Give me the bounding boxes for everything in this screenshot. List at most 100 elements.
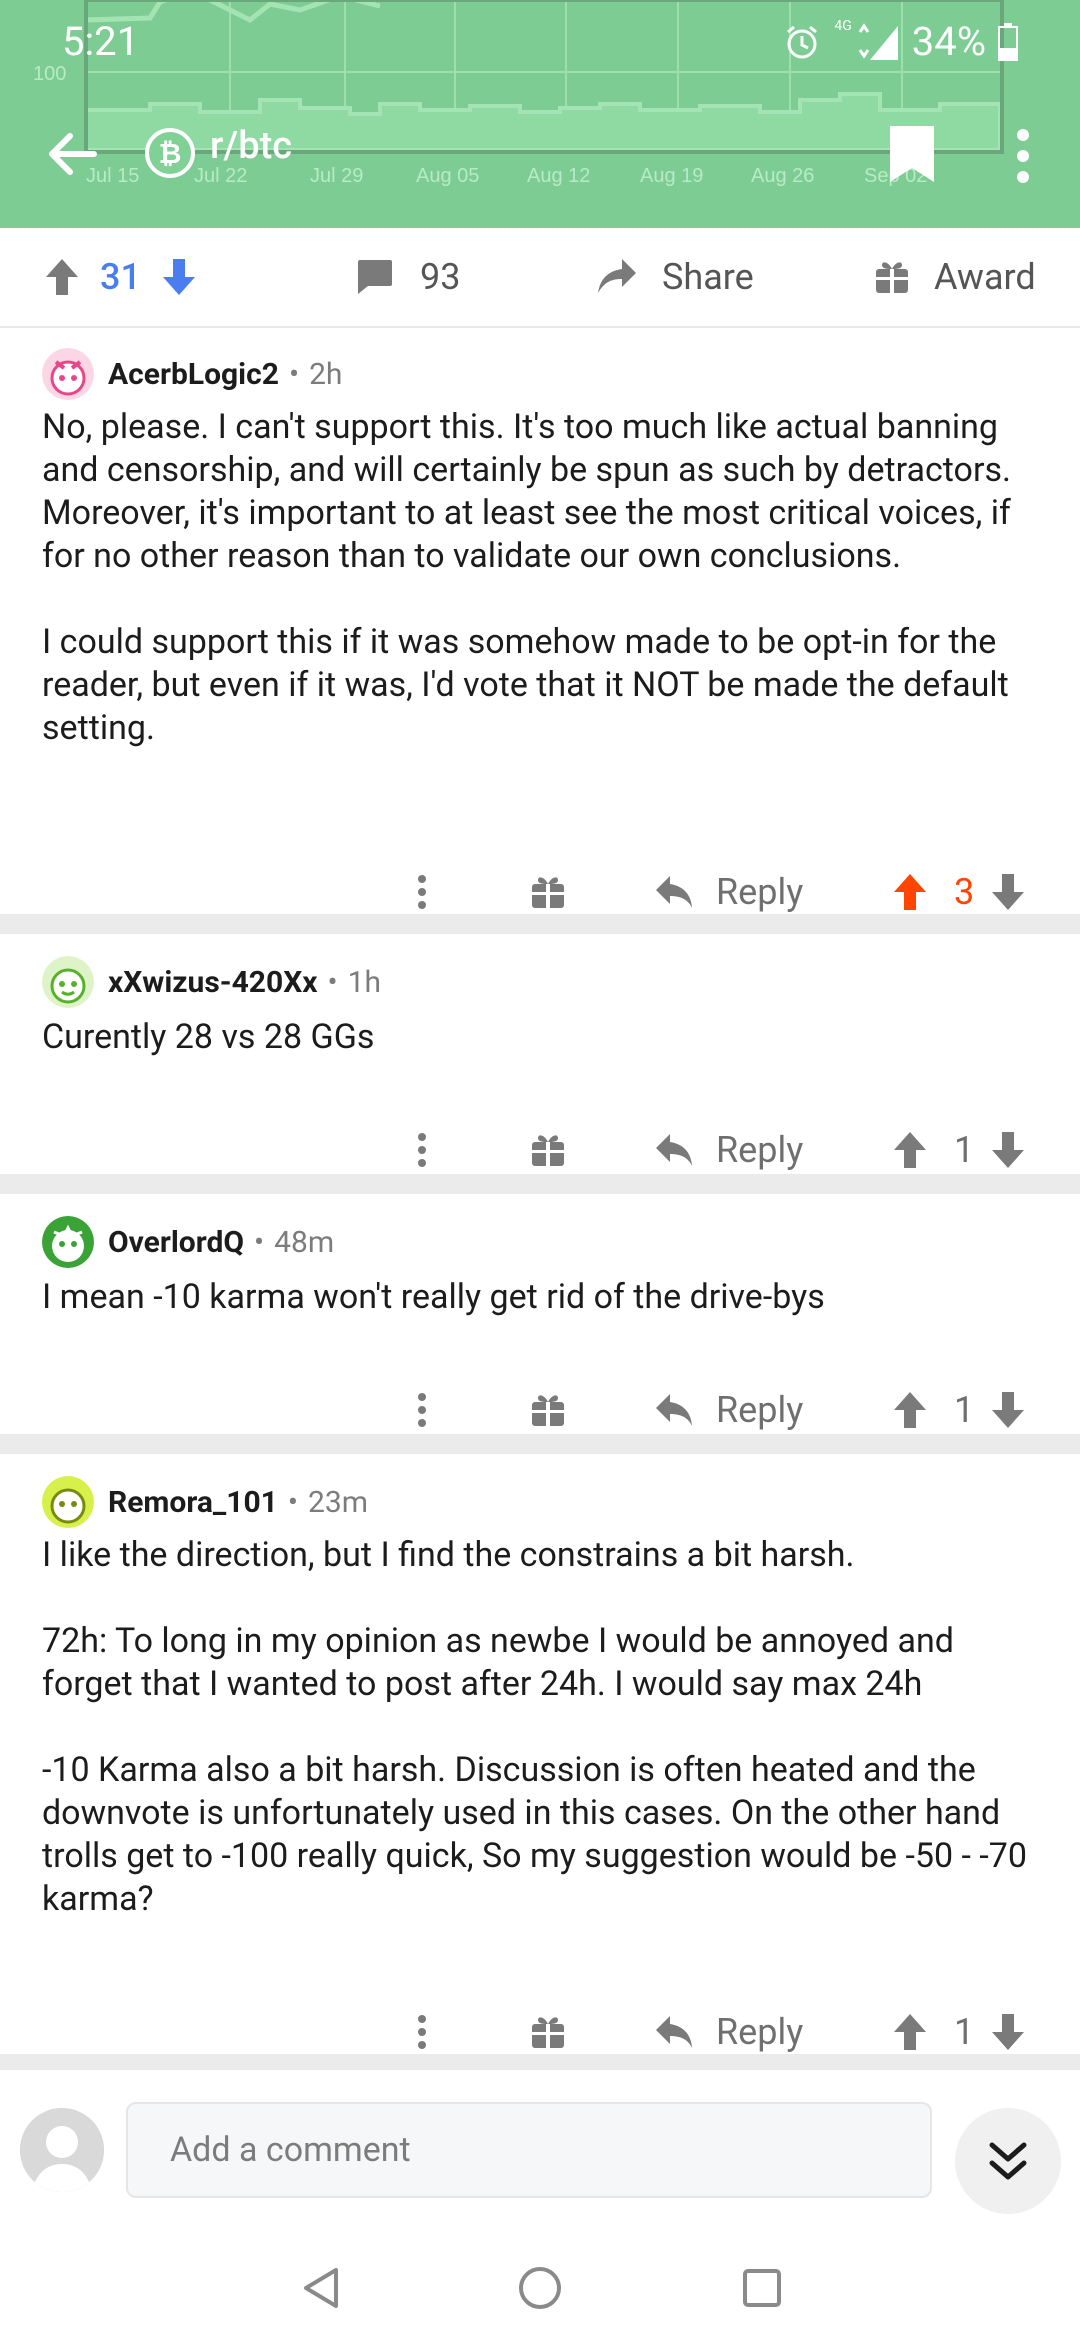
upvote-icon[interactable] [892,2012,928,2052]
reply-button[interactable]: Reply [654,1380,803,1440]
comment-more-button[interactable] [414,862,430,922]
double-chevron-down-icon [989,2142,1027,2180]
comment-more-button[interactable] [414,1380,430,1440]
collapse-comments-button[interactable] [955,2108,1061,2214]
comment-separator: • [254,1224,265,1260]
comment-more-button[interactable] [414,1120,430,1180]
subreddit-name[interactable]: r/btc [210,124,292,168]
gift-icon [532,1395,564,1426]
reply-button[interactable]: Reply [654,1120,803,1180]
comment-item: Remora_101 • 23m I like the direction, b… [0,1454,1080,2054]
comment-item: xXwizus-420Xx • 1h Curently 28 vs 28 GGs… [0,934,1080,1174]
nav-back-icon[interactable] [300,2266,340,2310]
signal-icon [858,22,898,60]
comment-age: 48m [274,1224,335,1260]
downvote-icon[interactable] [990,1130,1026,1170]
downvote-icon[interactable] [990,872,1026,912]
nav-recents-icon[interactable] [742,2268,782,2308]
comment-award-button[interactable] [530,1380,566,1440]
post-action-bar: 31 93 Share Award [0,228,1080,328]
reply-button[interactable]: Reply [654,2002,803,2062]
comments-count-button[interactable]: 93 [354,228,460,326]
downvote-icon[interactable] [990,2012,1026,2052]
more-options-icon[interactable] [1016,128,1030,184]
bookmark-icon[interactable] [888,124,936,184]
comment-separator: • [287,1484,298,1520]
reply-label: Reply [716,2011,804,2053]
comment-actions: Reply 3 [0,862,1080,922]
gift-icon [532,2017,564,2048]
battery-percent: 34% [911,18,986,65]
user-avatar-icon[interactable] [42,1476,94,1528]
comment-score: 1 [954,1389,975,1431]
upvote-icon[interactable] [892,1130,928,1170]
more-dots-icon [418,2015,426,2049]
gift-icon [532,877,564,908]
share-label: Share [662,256,754,298]
comment-username[interactable]: xXwizus-420Xx [108,965,318,1000]
downvote-icon[interactable] [990,1390,1026,1430]
share-button[interactable]: Share [596,228,754,326]
user-avatar-icon[interactable] [42,348,94,400]
upvote-icon[interactable] [892,872,928,912]
user-avatar-icon[interactable] [42,1216,94,1268]
comment-body: Curently 28 vs 28 GGs [42,1017,375,1057]
comment-vote-group: 1 [892,1120,1026,1180]
award-button[interactable]: Award [874,228,1036,326]
comment-age: 1h [347,964,382,1000]
comment-body: I like the direction, but I find the con… [42,1535,1027,1919]
comment-score: 3 [954,871,975,913]
comment-item: AcerbLogic2 • 2h No, please. I can't sup… [0,326,1080,913]
battery-icon [998,22,1018,61]
nav-home-icon[interactable] [518,2266,562,2310]
comments-count: 93 [420,256,461,298]
comment-bubble-icon [358,260,392,294]
comment-divider [0,914,1080,934]
comment-separator: • [327,964,338,1000]
comment-body: I mean -10 karma won't really get rid of… [42,1277,825,1317]
post-score: 31 [100,256,141,298]
comment-username[interactable]: OverlordQ [108,1225,244,1260]
gift-icon [532,1135,564,1166]
comment-divider [0,1174,1080,1194]
comment-divider [0,2054,1080,2070]
gift-icon [876,262,908,293]
comment-more-button[interactable] [414,2002,430,2062]
comment-divider [0,1434,1080,1454]
reply-button[interactable]: Reply [654,862,803,922]
comment-vote-group: 1 [892,2002,1026,2062]
comment-username[interactable]: AcerbLogic2 [108,357,279,392]
comment-award-button[interactable] [530,2002,566,2062]
comment-vote-group: 1 [892,1380,1026,1440]
status-time: 5:21 [62,18,140,65]
more-dots-icon [418,1393,426,1427]
comment-separator: • [288,356,300,392]
upvote-icon[interactable] [892,1390,928,1430]
reply-arrow-icon [656,1394,692,1426]
reply-label: Reply [716,1129,804,1171]
alarm-icon [787,25,818,58]
share-arrow-icon [598,259,636,293]
bitcoin-icon[interactable]: ₿ [145,128,195,178]
comment-body: No, please. I can't support this. It's t… [42,407,1011,748]
more-dots-icon [418,1133,426,1167]
back-arrow-icon[interactable] [44,126,100,182]
reply-arrow-icon [656,1134,692,1166]
award-label: Award [934,256,1036,298]
comment-award-button[interactable] [530,1120,566,1180]
upvote-icon[interactable] [44,257,80,297]
downvote-icon[interactable] [161,257,197,297]
system-nav-bar [0,2230,1080,2340]
comment-username[interactable]: Remora_101 [108,1485,278,1520]
comment-age: 23m [308,1484,369,1520]
add-comment-input[interactable]: Add a comment [126,2102,932,2198]
comment-actions: Reply 1 [0,1380,1080,1440]
current-user-avatar-icon[interactable] [20,2108,104,2192]
comment-award-button[interactable] [530,862,566,922]
user-avatar-icon[interactable] [42,956,94,1008]
comment-actions: Reply 1 [0,2002,1080,2062]
comment-composer: Add a comment [0,2080,1080,2220]
reply-label: Reply [716,871,804,913]
status-bar: 5:21 4G 34% [0,14,1080,74]
comment-score: 1 [954,2011,975,2053]
